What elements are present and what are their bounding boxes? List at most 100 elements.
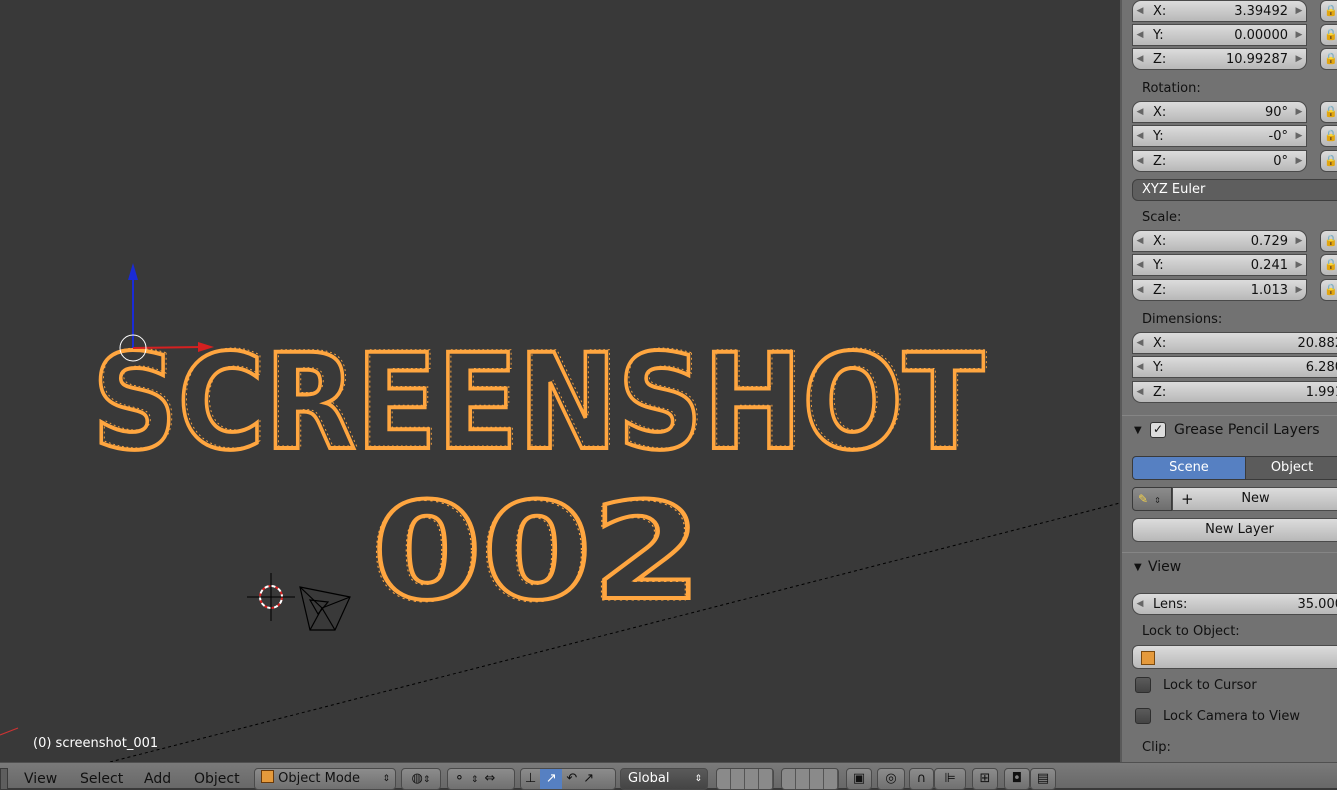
menu-view[interactable]: View	[24, 771, 57, 787]
grease-pencil-browse[interactable]: ✎ ⇕	[1132, 487, 1172, 511]
location-x-field[interactable]: ◀ X: 3.39492 ▶	[1132, 0, 1307, 22]
clip-label: Clip:	[1142, 740, 1171, 755]
sphere-icon: ◍	[411, 771, 423, 786]
increment-icon[interactable]: ▶	[1292, 54, 1306, 64]
decrement-icon[interactable]: ◀	[1133, 599, 1147, 609]
lock-to-cursor-row[interactable]: Lock to Cursor	[1135, 677, 1257, 693]
mesh-text-line1-wire: SCREENSHOT	[95, 324, 987, 478]
scale-icon[interactable]: ↗	[583, 771, 594, 786]
field-label: Z:	[1153, 51, 1167, 67]
increment-icon[interactable]: ▶	[1292, 285, 1306, 295]
proportional-edit-icon[interactable]: ◎	[877, 768, 905, 790]
collapse-triangle-icon[interactable]: ▼	[1134, 562, 1148, 573]
view-panel-title: View	[1148, 559, 1182, 575]
render-camera-icon[interactable]: ◘	[1004, 768, 1030, 790]
lock-icon[interactable]: 🔒	[1320, 254, 1337, 276]
layer-buttons-2[interactable]	[781, 768, 839, 790]
scale-y-field[interactable]: ◀ Y: 0.241 ▶	[1132, 254, 1307, 276]
rotation-x-field[interactable]: ◀ X: 90° ▶	[1132, 101, 1307, 123]
lock-icon[interactable]: 🔒	[1320, 150, 1337, 172]
scale-z-field[interactable]: ◀ Z: 1.013 ▶	[1132, 279, 1307, 301]
lock-icon[interactable]: 🔒	[1320, 230, 1337, 252]
tab-scene[interactable]: Scene	[1132, 456, 1246, 480]
decrement-icon[interactable]: ◀	[1133, 131, 1147, 141]
snap-target-icon[interactable]: ⊞	[972, 768, 998, 790]
grease-pencil-checkbox[interactable]: ✓	[1150, 422, 1166, 438]
field-value: 20.882	[1297, 335, 1337, 351]
increment-icon[interactable]: ▶	[1292, 30, 1306, 40]
field-value: 0.729	[1250, 233, 1288, 249]
field-label: Z:	[1153, 282, 1167, 298]
menu-select[interactable]: Select	[80, 771, 123, 787]
manipulator-buttons[interactable]: ⊥ ↗ ↶ ↗	[520, 768, 616, 790]
decrement-icon[interactable]: ◀	[1133, 362, 1147, 372]
location-y-field[interactable]: ◀ Y: 0.00000 ▶	[1132, 24, 1307, 46]
decrement-icon[interactable]: ◀	[1133, 285, 1147, 295]
decrement-icon[interactable]: ◀	[1133, 387, 1147, 397]
lock-to-object-field[interactable]	[1132, 645, 1337, 669]
decrement-icon[interactable]: ◀	[1133, 338, 1147, 348]
decrement-icon[interactable]: ◀	[1133, 156, 1147, 166]
decrement-icon[interactable]: ◀	[1133, 236, 1147, 246]
rotation-z-field[interactable]: ◀ Z: 0° ▶	[1132, 150, 1307, 172]
3d-viewport[interactable]: SCREENSHOT SCREENSHOT 002 002 (0) screen…	[0, 0, 1120, 762]
collapse-triangle-icon[interactable]: ▼	[1134, 425, 1148, 436]
lock-to-cursor-checkbox[interactable]	[1135, 677, 1151, 693]
grease-pencil-new-button[interactable]: + New	[1172, 487, 1337, 511]
local-view-icon[interactable]: ▣	[846, 768, 872, 790]
rotate-icon[interactable]: ↶	[566, 771, 577, 786]
scale-x-field[interactable]: ◀ X: 0.729 ▶	[1132, 230, 1307, 252]
decrement-icon[interactable]: ◀	[1133, 6, 1147, 16]
menu-object[interactable]: Object	[194, 771, 240, 787]
lock-icon[interactable]: 🔒	[1320, 48, 1337, 70]
decrement-icon[interactable]: ◀	[1133, 30, 1147, 40]
field-value: 10.99287	[1225, 51, 1288, 67]
dimensions-y-field[interactable]: ◀ Y: 6.280	[1132, 356, 1337, 378]
snap-element-icon[interactable]: ⊫	[934, 768, 966, 790]
location-z-field[interactable]: ◀ Z: 10.99287 ▶	[1132, 48, 1307, 70]
field-label: Y:	[1153, 359, 1164, 375]
increment-icon[interactable]: ▶	[1292, 260, 1306, 270]
lock-icon[interactable]: 🔒	[1320, 101, 1337, 123]
x-axis-hint	[0, 727, 19, 736]
increment-icon[interactable]: ▶	[1292, 131, 1306, 141]
grease-pencil-panel-header[interactable]: ▼ ✓ Grease Pencil Layers	[1122, 415, 1337, 444]
dimensions-label: Dimensions:	[1142, 312, 1223, 327]
lock-icon[interactable]: 🔒	[1320, 0, 1337, 22]
tab-object[interactable]: Object	[1246, 456, 1337, 480]
lock-icon[interactable]: 🔒	[1320, 279, 1337, 301]
mode-dropdown[interactable]: Object Mode ⇕	[254, 768, 396, 790]
lock-icon[interactable]: 🔒	[1320, 125, 1337, 147]
text-mesh[interactable]: SCREENSHOT SCREENSHOT 002 002	[90, 324, 988, 633]
editor-type-button[interactable]	[0, 768, 8, 790]
lens-field[interactable]: ◀ Lens: 35.000	[1132, 593, 1337, 615]
layer-buttons-1[interactable]	[716, 768, 774, 790]
increment-icon[interactable]: ▶	[1292, 107, 1306, 117]
decrement-icon[interactable]: ◀	[1133, 107, 1147, 117]
pivot-button[interactable]: ⚬ ⇕ ⇔	[447, 768, 515, 790]
dimensions-z-field[interactable]: ◀ Z: 1.991	[1132, 381, 1337, 403]
increment-icon[interactable]: ▶	[1292, 236, 1306, 246]
lock-icon[interactable]: 🔒	[1320, 24, 1337, 46]
updown-icon: ⇕	[1154, 496, 1161, 505]
viewport-canvas: SCREENSHOT SCREENSHOT 002 002	[0, 263, 1120, 762]
translate-icon[interactable]: ↗	[540, 769, 563, 789]
new-layer-button[interactable]: New Layer	[1132, 518, 1337, 542]
decrement-icon[interactable]: ◀	[1133, 260, 1147, 270]
increment-icon[interactable]: ▶	[1292, 6, 1306, 16]
view-panel-header[interactable]: ▼ View	[1122, 552, 1337, 581]
orientation-dropdown[interactable]: Global ⇕	[620, 768, 708, 790]
cube-icon	[261, 770, 274, 783]
increment-icon[interactable]: ▶	[1292, 156, 1306, 166]
render-animation-icon[interactable]: ▤	[1030, 768, 1056, 790]
viewport-shading-dropdown[interactable]: ◍⇕	[401, 768, 441, 790]
menu-add[interactable]: Add	[144, 771, 171, 787]
rotation-y-field[interactable]: ◀ Y: -0° ▶	[1132, 125, 1307, 147]
lock-camera-row[interactable]: Lock Camera to View	[1135, 708, 1300, 724]
snap-icon[interactable]: ∩	[909, 768, 934, 790]
camera-icon[interactable]	[299, 586, 351, 631]
decrement-icon[interactable]: ◀	[1133, 54, 1147, 64]
dimensions-x-field[interactable]: ◀ X: 20.882	[1132, 332, 1337, 354]
lock-camera-checkbox[interactable]	[1135, 708, 1151, 724]
rotation-mode-dropdown[interactable]: XYZ Euler	[1132, 179, 1337, 201]
